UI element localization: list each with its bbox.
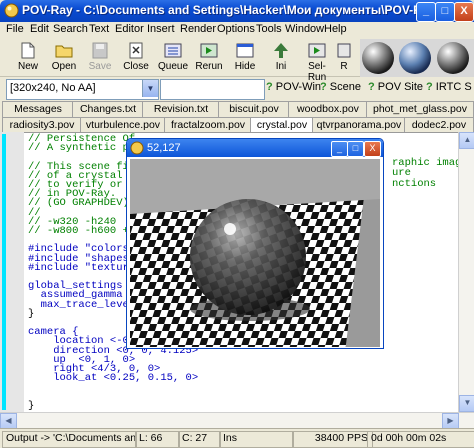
new-file-icon <box>21 42 35 59</box>
status-output: Output -> 'C:\Documents and Se <box>2 431 137 448</box>
tab-phot-met-glass[interactable]: phot_met_glass.pov <box>366 101 474 118</box>
render-window[interactable]: 52,127 _ □ X <box>126 138 384 349</box>
code-line: look_at <0.25, 0.15, 0> <box>28 372 199 385</box>
help-icon: ? <box>266 81 273 93</box>
menu-options[interactable]: Options <box>217 23 255 35</box>
menu-help[interactable]: Help <box>324 23 347 35</box>
code-line: max_trace_level <box>28 298 136 311</box>
code-line: } <box>28 399 35 412</box>
status-line: L: 66 <box>135 431 180 448</box>
sphere-preview-icons <box>360 39 474 77</box>
pov-site-button[interactable]: ? POV Site <box>368 81 423 93</box>
scroll-down-icon[interactable]: ▼ <box>459 395 474 412</box>
vertical-scrollbar[interactable]: ▲ ▼ <box>458 132 474 412</box>
resolution-select[interactable]: [320x240, No AA] ▼ <box>6 79 159 100</box>
rerun-icon <box>200 43 218 58</box>
menu-search[interactable]: Search <box>53 23 88 35</box>
povray-app-icon <box>4 3 19 18</box>
save-disk-icon <box>92 42 108 59</box>
menu-edit[interactable]: Edit <box>30 23 49 35</box>
r-button[interactable]: R <box>336 41 352 75</box>
queue-icon <box>164 43 182 58</box>
status-bar: Output -> 'C:\Documents and Se L: 66 C: … <box>0 428 474 448</box>
queue-button[interactable]: Queue <box>155 41 191 75</box>
render-settings-bar: [320x240, No AA] ▼ ? POV-Win ? Scene ? P… <box>0 78 474 100</box>
run-icon <box>337 43 351 58</box>
tab-woodbox[interactable]: woodbox.pov <box>288 101 368 118</box>
menu-file[interactable]: File <box>6 23 24 35</box>
code-line: // -w800 -h600 +a0 <box>28 225 142 237</box>
minimize-button[interactable]: _ <box>416 2 436 22</box>
close-file-button[interactable]: Close <box>118 41 154 75</box>
hide-button[interactable]: Hide <box>227 41 263 75</box>
menu-tools[interactable]: Tools <box>256 23 282 35</box>
irtc-button[interactable]: ? IRTC S <box>426 81 472 93</box>
new-button[interactable]: New <box>10 41 46 75</box>
close-file-icon <box>129 42 143 59</box>
tab-row-2: radiosity3.pov vturbulence.pov fractalzo… <box>0 117 474 134</box>
povray-app-icon <box>130 141 144 155</box>
code-line: #include "textures <box>28 261 142 274</box>
pov-win-button[interactable]: ? POV-Win <box>266 81 321 93</box>
render-minimize-button[interactable]: _ <box>331 141 348 157</box>
menu-text[interactable]: Text <box>89 23 109 35</box>
scene-button[interactable]: ? Scene <box>320 81 361 93</box>
close-button[interactable]: X <box>454 2 474 22</box>
menu-insert[interactable]: Insert <box>147 23 175 35</box>
sel-run-icon <box>308 43 326 58</box>
tab-row-1: Messages Changes.txt Revision.txt biscui… <box>0 101 474 118</box>
menu-editor[interactable]: Editor <box>115 23 144 35</box>
ini-button[interactable]: Ini <box>263 41 299 75</box>
help-icon: ? <box>320 81 327 93</box>
save-button[interactable]: Save <box>82 41 118 75</box>
rerun-button[interactable]: Rerun <box>191 41 227 75</box>
status-column: C: 27 <box>178 431 221 448</box>
menu-bar: File Edit Search Text Editor Insert Rend… <box>0 22 474 38</box>
help-icon: ? <box>426 81 433 93</box>
code-line: // (GO GRAPHDEV). <box>28 197 136 210</box>
render-close-button[interactable]: X <box>364 141 381 157</box>
open-folder-icon <box>55 45 73 58</box>
code-line: // A synthetic pho <box>28 142 142 155</box>
hide-window-icon <box>236 43 254 58</box>
open-button[interactable]: Open <box>46 41 82 75</box>
code-line: } <box>28 307 35 320</box>
sel-run-button[interactable]: Sel-Run <box>299 41 335 83</box>
status-pps: 38400 PPS <box>292 431 373 448</box>
scroll-up-icon[interactable]: ▲ <box>459 132 474 149</box>
ini-icon <box>274 43 288 58</box>
maximize-button[interactable]: □ <box>435 2 455 22</box>
help-icon: ? <box>368 81 375 93</box>
command-line-input[interactable] <box>160 79 265 100</box>
tab-revision[interactable]: Revision.txt <box>142 101 220 118</box>
main-toolbar: New Open Save Close Queue Rerun Hide Ini… <box>0 39 474 83</box>
horizontal-scrollbar[interactable]: ◀ ▶ <box>0 412 474 430</box>
title-bar[interactable]: POV-Ray - C:\Documents and Settings\Hack… <box>0 0 474 22</box>
tab-biscuit[interactable]: biscuit.pov <box>218 101 290 118</box>
render-window-titlebar[interactable]: 52,127 _ □ X <box>127 139 383 157</box>
rendered-crystal-sphere-image <box>130 159 380 347</box>
status-insert-mode: Ins <box>219 431 294 448</box>
window-title: POV-Ray - C:\Documents and Settings\Hack… <box>22 3 474 17</box>
menu-render[interactable]: Render <box>180 23 216 35</box>
chevron-down-icon: ▼ <box>142 80 158 97</box>
tab-changes[interactable]: Changes.txt <box>72 101 144 118</box>
render-maximize-button[interactable]: □ <box>347 141 364 157</box>
tab-messages[interactable]: Messages <box>2 101 74 118</box>
status-elapsed-time: 0d 00h 00m 02s <box>367 431 474 448</box>
code-fragment: nctions <box>392 178 437 190</box>
menu-window[interactable]: Window <box>285 23 324 35</box>
render-window-title: 52,127 <box>147 142 181 154</box>
